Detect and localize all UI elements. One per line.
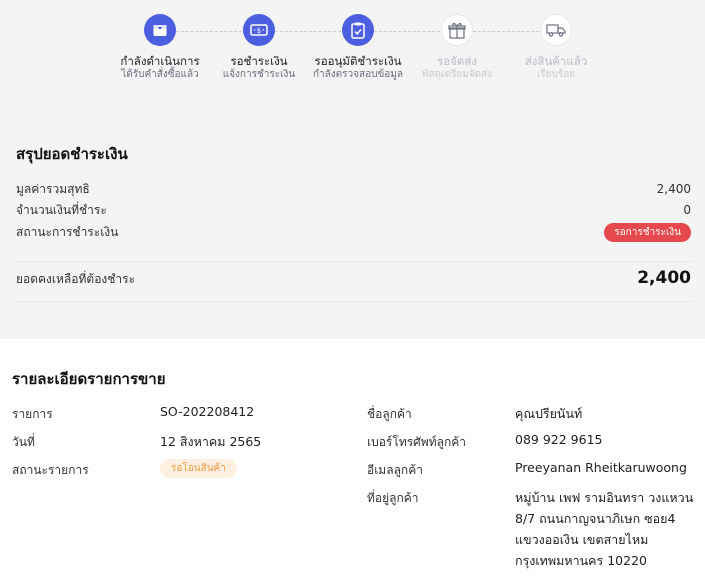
paid-amount-label: จำนวนเงินที่ชำระ: [16, 202, 107, 217]
balance-due-label: ยอดคงเหลือที่ต้องชำระ: [16, 272, 136, 286]
payment-status-row: สถานะการชำระเงิน รอการชำระเงิน: [16, 222, 691, 242]
address-line: กรุงเทพมหานคร 10220: [515, 553, 647, 568]
payment-summary-card: สรุปยอดชำระเงิน มูลค่ารวมสุทธิ 2,400 จำน…: [0, 118, 705, 339]
step-title: ส่งสินค้าแล้ว: [524, 54, 588, 68]
step-shipped: ส่งสินค้าแล้ว เรียบร้อย: [496, 14, 616, 81]
customer-address-value: หมู่บ้าน เพฟ รามอินทรา วงแหวน 8/7 ถนนกาญ…: [515, 487, 700, 571]
section-title: รายละเอียดรายการขาย: [12, 370, 166, 388]
customer-phone-value: 089 922 9615: [515, 432, 603, 447]
sale-details-section: รายละเอียดรายการขาย รายการ SO-202208412 …: [0, 339, 705, 577]
box-icon: [144, 14, 176, 46]
customer-name-value: คุณปรียนันท์: [515, 406, 583, 421]
clipboard-check-icon: [342, 14, 374, 46]
payment-status-badge: รอการชำระเงิน: [604, 222, 691, 242]
date-label: วันที่: [12, 435, 35, 449]
order-number-value: SO-202208412: [160, 404, 255, 419]
order-status-label: สถานะรายการ: [12, 463, 89, 477]
divider: [16, 261, 691, 262]
customer-email-label: อีเมลลูกค้า: [367, 463, 423, 477]
customer-address-label: ที่อยู่ลูกค้า: [367, 491, 419, 505]
net-total-row: มูลค่ารวมสุทธิ 2,400: [16, 179, 691, 199]
order-status-badge: รอโอนสินค้า: [160, 459, 237, 478]
divider: [16, 301, 691, 302]
net-total-label: มูลค่ารวมสุทธิ: [16, 181, 90, 196]
banknote-icon: $: [243, 14, 275, 46]
date-value: 12 สิงหาคม 2565: [160, 434, 262, 449]
paid-amount-row: จำนวนเงินที่ชำระ 0: [16, 200, 691, 220]
payment-status-label: สถานะการชำระเงิน: [16, 224, 119, 239]
address-line: แขวงออเงิน เขตสายไหม: [515, 532, 649, 547]
customer-email-value: Preeyanan Rheitkaruwoong: [515, 460, 687, 475]
net-total-value: 2,400: [656, 182, 691, 196]
order-number-label: รายการ: [12, 407, 53, 421]
section-title: สรุปยอดชำระเงิน: [16, 145, 128, 163]
step-subtitle: เรียบร้อย: [536, 69, 576, 80]
order-progress-stepper: กำลังดำเนินการ ได้รับคำสั่งซื้อแล้ว $ รอ…: [0, 0, 705, 100]
balance-due-value: 2,400: [637, 268, 691, 288]
paid-amount-value: 0: [683, 203, 691, 217]
customer-name-label: ชื่อลูกค้า: [367, 407, 412, 421]
gift-box-icon: [441, 14, 473, 46]
customer-phone-label: เบอร์โทรศัพท์ลูกค้า: [367, 435, 466, 449]
address-line: 8/7 ถนนกาญจนาภิเษก ซอย4: [515, 511, 676, 526]
svg-text:$: $: [257, 27, 261, 35]
address-line: หมู่บ้าน เพฟ รามอินทรา วงแหวน: [515, 490, 694, 505]
truck-icon: [540, 14, 572, 46]
